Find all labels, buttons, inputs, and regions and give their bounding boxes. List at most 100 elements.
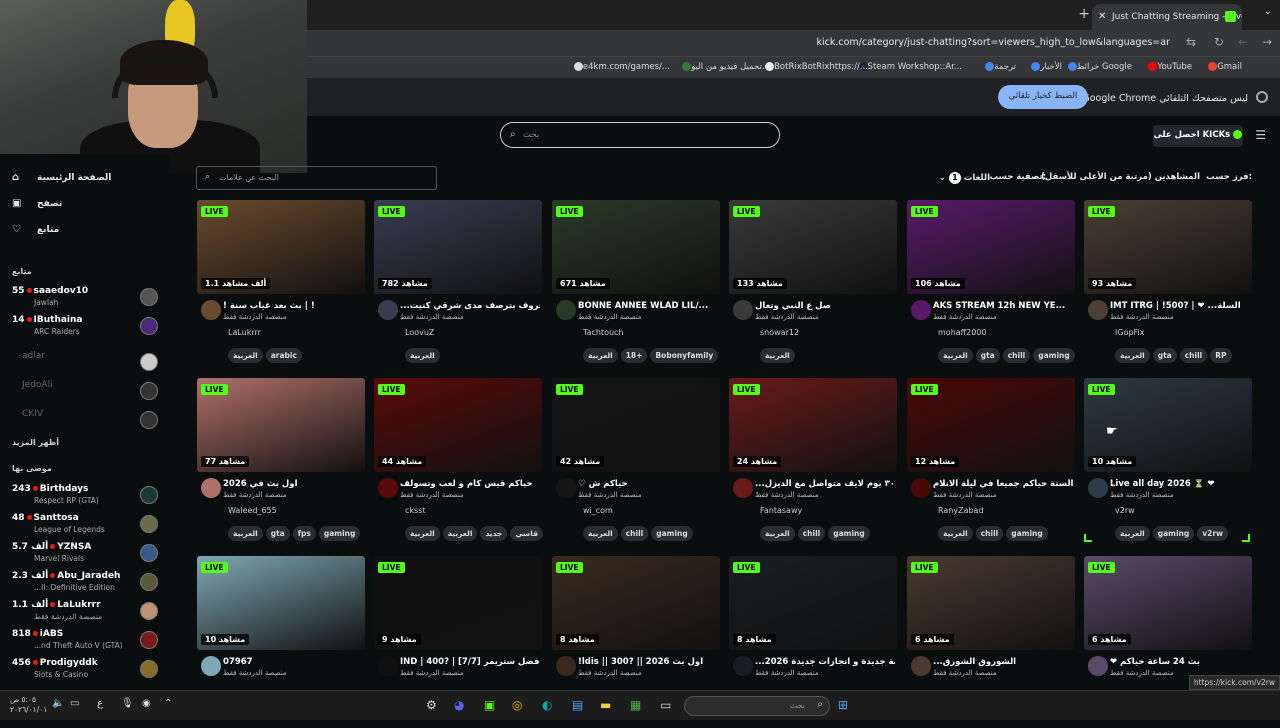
stream-thumbnail[interactable]: LIVE 133 مشاهد	[729, 200, 897, 294]
stream-thumbnail[interactable]: LIVE 8 مشاهد	[552, 556, 720, 650]
stream-title[interactable]: IMT ITRG | !500? | ❤ ...السلة	[1110, 301, 1250, 311]
kick-app-icon[interactable]: ▣	[484, 698, 495, 712]
tag-chip[interactable]: gaming	[1006, 526, 1048, 541]
tag-chip[interactable]: العربية	[938, 348, 973, 363]
sidebar-channel[interactable]: 456 Prodigyddk Slots & Casino	[12, 658, 162, 686]
tag-chip[interactable]: قاسي	[510, 526, 544, 541]
bookmark-item[interactable]: Steam Workshop::Ar...	[855, 62, 962, 72]
stream-card[interactable]: LIVE 44 مشاهد حياكم قيس كام و لعب وتسولف…	[374, 378, 544, 550]
stream-category[interactable]: منصصة الدردشة فقط	[578, 491, 718, 499]
stream-category[interactable]: منصصة الدردشة فقط	[933, 669, 1073, 677]
streamer-name[interactable]: Fantasawy	[760, 506, 802, 515]
tag-chip[interactable]: العربية	[1115, 526, 1150, 541]
forward-icon[interactable]: ←	[1238, 35, 1248, 49]
sidebar-channel[interactable]: 5.7 ألف YZNSA Marvel Rivals	[12, 542, 162, 570]
menu-icon[interactable]: ☰	[1255, 128, 1266, 142]
streamer-name[interactable]: wi_com	[583, 506, 613, 515]
stream-category[interactable]: منصصة الدردشة فقط	[755, 313, 895, 321]
stream-thumbnail[interactable]: LIVE 10 مشاهد	[197, 556, 365, 650]
streamer-name[interactable]: Waleed_655	[228, 506, 277, 515]
tab-search-icon[interactable]: ⌄	[1264, 6, 1272, 17]
stream-category[interactable]: منصصة الدردشة فقط	[1110, 313, 1250, 321]
language-indicator[interactable]: ع	[97, 698, 103, 709]
tag-chip[interactable]: العربية	[228, 348, 263, 363]
avatar[interactable]	[556, 300, 576, 320]
tag-chip[interactable]: العربية	[583, 526, 618, 541]
reload-icon[interactable]: ↻	[1214, 35, 1224, 49]
stream-thumbnail[interactable]: LIVE 93 مشاهد	[1084, 200, 1252, 294]
file-icon[interactable]: ▤	[572, 698, 583, 712]
tag-chip[interactable]: العربية	[938, 526, 973, 541]
avatar[interactable]	[911, 656, 931, 676]
stream-thumbnail[interactable]: LIVE 6 مشاهد	[907, 556, 1075, 650]
stream-title[interactable]: ♡ حياكم ش	[578, 479, 718, 489]
stream-title[interactable]: IND | 400? | [7/7] أفضل ستريمر	[400, 657, 540, 667]
stream-thumbnail[interactable]: LIVE 671 مشاهد	[552, 200, 720, 294]
stream-title[interactable]: ! بث بعد غياب سنة | !	[223, 301, 363, 311]
folder-icon[interactable]: ▬	[600, 698, 611, 712]
streamer-name[interactable]: LaLukrrr	[228, 328, 261, 337]
avatar[interactable]	[1088, 300, 1108, 320]
avatar[interactable]	[911, 300, 931, 320]
stream-category[interactable]: منصصة الدردشة فقط	[223, 669, 363, 677]
close-tab-icon[interactable]: ✕	[1098, 11, 1106, 22]
window-icon[interactable]: ▭	[660, 698, 671, 712]
tag-chip[interactable]: العربية	[1115, 348, 1150, 363]
bookmark-item[interactable]: e4km.com/games/...	[570, 62, 670, 72]
sidebar-channel[interactable]: 2.3 ألف Abu_Jaradeh ...II: Definitive Edit…	[12, 571, 162, 599]
avatar[interactable]	[378, 300, 398, 320]
show-more-link[interactable]: أظهر المزيد	[12, 438, 59, 447]
stream-category[interactable]: منصصة الدردشة فقط	[578, 313, 718, 321]
avatar[interactable]	[733, 300, 753, 320]
avatar[interactable]	[201, 656, 221, 676]
stream-category[interactable]: منصصة الدردشة فقط	[755, 669, 895, 677]
browser-tab[interactable]: ✕ Just Chatting Streaming - Live	[1092, 4, 1242, 30]
tag-chip[interactable]: العربية	[760, 526, 795, 541]
new-tab-button[interactable]: +	[1078, 6, 1090, 22]
bookmark-item[interactable]: الأخبار	[1027, 62, 1062, 72]
avatar[interactable]	[733, 478, 753, 498]
stream-category[interactable]: منصصة الدردشة فقط	[223, 313, 363, 321]
volume-icon[interactable]: 🔈	[52, 698, 64, 709]
stream-title[interactable]: حياكم قيس كام و لعب وتسولف	[400, 479, 540, 489]
tag-chip[interactable]: Bobonyfamily	[650, 348, 719, 363]
stream-thumbnail[interactable]: LIVE 12 مشاهد	[907, 378, 1075, 472]
stream-category[interactable]: منصصة الدردشة فقط	[1110, 491, 1250, 499]
stream-card[interactable]: LIVE 77 مشاهد اول بث في 2026 منصصة الدرد…	[197, 378, 365, 550]
tag-chip[interactable]: gaming	[828, 526, 870, 541]
stream-thumbnail[interactable]: LIVE 8 مشاهد	[729, 556, 897, 650]
avatar[interactable]	[1088, 656, 1108, 676]
stream-thumbnail[interactable]: LIVE 106 مشاهد	[907, 200, 1075, 294]
stream-thumbnail[interactable]: LIVE 9 مشاهد	[374, 556, 542, 650]
stream-thumbnail[interactable]: LIVE 44 مشاهد	[374, 378, 542, 472]
stream-thumbnail[interactable]: LIVE 24 مشاهد	[729, 378, 897, 472]
url-field[interactable]: kick.com/category/just-chatting?sort=vie…	[817, 37, 1171, 48]
stream-card[interactable]: LIVE 782 مشاهد ...ام الحروف بترصف مدى شر…	[374, 200, 542, 372]
taskbar-search[interactable]: بحث ⌕	[684, 696, 830, 716]
sidebar-channel[interactable]: CKIV	[12, 409, 162, 437]
stream-category[interactable]: منصصة الدردشة فقط	[933, 313, 1073, 321]
avatar[interactable]	[1088, 478, 1108, 498]
streamer-name[interactable]: mohaff2000	[938, 328, 987, 337]
sidebar-channel[interactable]: 818 iABS ...nd Theft Auto V (GTA)	[12, 629, 162, 657]
avatar[interactable]	[556, 656, 576, 676]
avatar[interactable]	[201, 300, 221, 320]
sidebar-item-following[interactable]: ♡ متابع	[12, 224, 59, 235]
streamer-name[interactable]: LoovuZ	[405, 328, 434, 337]
avatar[interactable]	[556, 478, 576, 498]
avatar[interactable]	[378, 478, 398, 498]
tag-chip[interactable]: العربية	[228, 526, 263, 541]
stream-title[interactable]: صل ع النبي وتعال	[755, 301, 895, 311]
stream-title[interactable]: ...الشوروق الشورق	[933, 657, 1073, 667]
streamer-name[interactable]: Tachtouch	[583, 328, 624, 337]
bookmark-item[interactable]: ترجمة	[981, 62, 1016, 72]
tag-chip[interactable]: chill	[620, 526, 649, 541]
sidebar-channel[interactable]: 14 IButhaina ARC Raiders	[12, 315, 162, 343]
site-search-input[interactable]: ⌕ بحث	[500, 122, 780, 148]
tag-chip[interactable]: 18+	[620, 348, 648, 363]
get-kicks-button[interactable]: احصل على KICKs	[1153, 125, 1243, 147]
stream-category[interactable]: منصصة الدردشة فقط	[578, 669, 718, 677]
sidebar-channel[interactable]: 1.1 ألف LaLukrrr منصصة الدردشة فقط	[12, 600, 162, 628]
tag-chip[interactable]: chill	[975, 526, 1004, 541]
windows-start-icon[interactable]: ⊞	[838, 698, 848, 712]
